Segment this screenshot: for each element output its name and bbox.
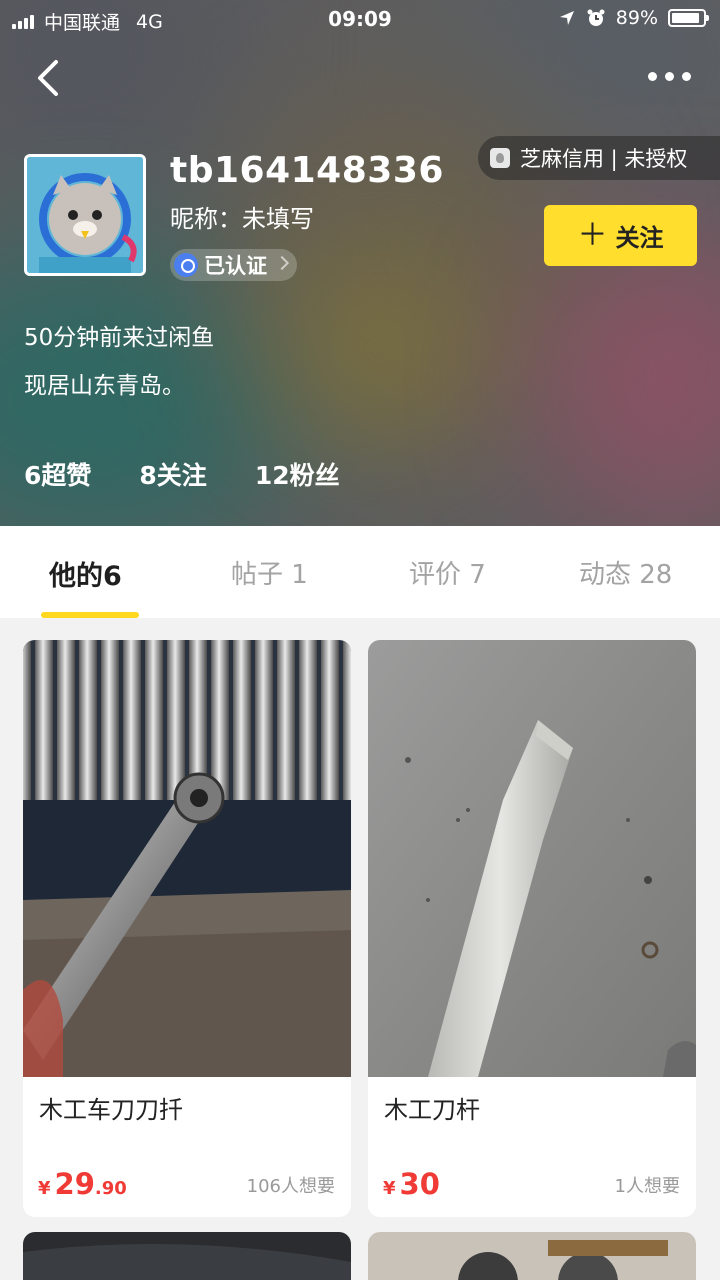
tab-reviews[interactable]: 评价 7 [409,554,486,591]
profile-header: 中国联通 4G 09:09 89% 芝麻信用 | 未授权 tb164148336… [0,0,720,526]
username: tb164148336 [170,150,444,191]
item-price: ¥ 30 [383,1167,440,1201]
item-card[interactable]: 木工刀杆 ¥ 30 1人想要 [368,640,696,1217]
plus-icon: ＋ [577,217,608,253]
item-card[interactable] [23,1232,351,1280]
status-bar: 中国联通 4G 09:09 89% [0,0,720,40]
verified-badge[interactable]: 已认证 [170,249,297,281]
item-price: ¥ 29 .90 [38,1167,127,1201]
location-arrow-icon [559,11,574,25]
item-title: 木工刀杆 [384,1096,480,1124]
nickname: 昵称：未填写 [170,205,314,233]
back-arrow-icon[interactable] [30,56,70,100]
battery-percent: 89% [615,7,658,29]
last-seen: 50分钟前来过闲鱼 [24,325,215,351]
verified-label: 已认证 [204,254,267,278]
item-photo [368,1232,696,1280]
sesame-credit-icon [490,148,510,168]
seal-avatar-icon [27,157,143,273]
stat-likes[interactable]: 6超赞 [24,456,91,492]
item-wants: 1人想要 [614,1176,680,1197]
tab-items[interactable]: 他的6 [49,554,122,593]
item-wants: 106人想要 [246,1176,335,1197]
tab-activity[interactable]: 动态 28 [579,554,672,591]
alarm-icon [587,9,605,26]
location: 现居山东青岛。 [24,373,185,399]
chevron-right-icon [274,255,290,271]
tab-posts[interactable]: 帖子 1 [231,554,308,591]
more-options-icon[interactable] [648,66,692,86]
stat-following[interactable]: 8关注 [139,456,206,492]
item-photo [23,640,351,1077]
stat-fans[interactable]: 12粉丝 [255,456,340,492]
avatar[interactable] [24,154,146,276]
follow-button[interactable]: ＋ 关注 [544,205,697,266]
item-photo [368,640,696,1077]
item-title: 木工车刀刀扦 [39,1096,183,1124]
profile-page: 中国联通 4G 09:09 89% 芝麻信用 | 未授权 tb164148336… [0,0,720,1280]
credit-badge[interactable]: 芝麻信用 | 未授权 [478,136,720,180]
active-tab-indicator [41,612,139,618]
credit-text: 芝麻信用 | 未授权 [520,147,688,171]
profile-stats: 6超赞 8关注 12粉丝 [24,456,340,492]
item-photo [23,1232,351,1280]
battery-icon [668,9,709,27]
follow-label: 关注 [615,224,664,252]
verified-icon [174,253,198,277]
item-card[interactable] [368,1232,696,1280]
item-card[interactable]: 木工车刀刀扦 ¥ 29 .90 106人想要 [23,640,351,1217]
tab-bar: 他的6 帖子 1 评价 7 动态 28 [0,526,720,618]
